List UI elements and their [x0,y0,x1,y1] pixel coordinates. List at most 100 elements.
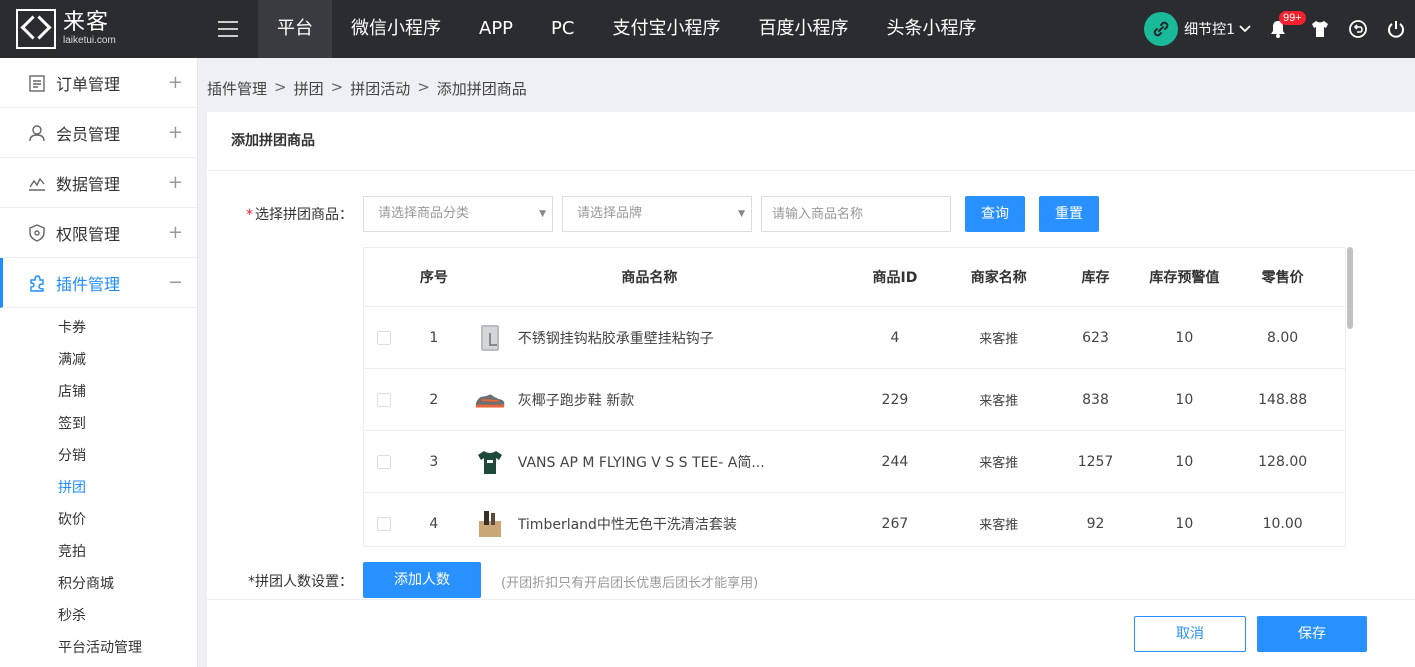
table-row[interactable]: 2 灰椰子跑步鞋 新款 229 来客推 838 10 148.88 [364,369,1345,431]
logo[interactable]: 来客 laiketui.com [0,0,198,58]
sidebar-subitem-group-buy[interactable]: 拼团 [0,472,197,504]
tab-wechat-miniprogram[interactable]: 微信小程序 [332,0,460,58]
sidebar-item-label: 数据管理 [56,174,121,194]
user-name: 细节控1 [1184,22,1235,38]
column-header-id: 商品ID [872,270,918,286]
breadcrumb-separator: > [330,78,344,96]
shirt-icon[interactable] [1303,0,1337,58]
breadcrumb-current: 添加拼团商品 [436,80,527,98]
sidebar-item-plugins[interactable]: 插件管理 − [0,258,197,308]
query-button[interactable]: 查询 [965,196,1025,232]
product-name-input[interactable] [761,196,951,232]
product-filter-row: *选择拼团商品： 请选择商品分类 ▼ 请选择品牌 ▼ 查询 重置 [207,196,1415,232]
tshirt-thumbnail-icon [474,446,506,478]
product-name: Timberland中性无色干洗清洁套装 [517,516,737,533]
table-scrollbar[interactable] [1347,247,1353,329]
tab-toutiao-miniprogram[interactable]: 头条小程序 [867,0,995,58]
logo-subtitle: laiketui.com [63,35,116,46]
table-row[interactable]: 1 不锈钢挂钩粘胶承重壁挂粘钩子 4 来客推 623 10 8.00 [364,307,1345,369]
chart-icon [26,172,48,194]
row-checkbox[interactable] [376,516,391,531]
add-people-button[interactable]: 添加人数 [363,562,481,598]
product-name: 灰椰子跑步鞋 新款 [517,392,635,409]
sidebar-subitem-store[interactable]: 店铺 [0,376,197,408]
shoe-thumbnail-icon [474,384,506,416]
collapse-icon: − [167,272,183,293]
table-header: 序号 商品名称 商品ID 商家名称 库存 库存预警值 零售价 [364,248,1345,307]
bell-icon[interactable]: 99+ [1261,0,1306,58]
sidebar-item-members[interactable]: 会员管理 + [0,108,197,158]
shop-name: 来客推 [979,518,1019,533]
sidebar-item-label: 会员管理 [56,124,121,144]
breadcrumb-item[interactable]: 插件管理 [207,78,267,99]
sidebar-item-label: 权限管理 [56,224,121,244]
tab-pc[interactable]: PC [532,0,593,58]
cleaning-kit-thumbnail-icon [474,508,506,540]
breadcrumb-item[interactable]: 拼团活动 [350,78,410,99]
expand-icon: + [167,122,183,143]
row-checkbox[interactable] [376,454,391,469]
platform-tabs: 平台 微信小程序 APP PC 支付宝小程序 百度小程序 头条小程序 [258,0,995,58]
product-id: 229 [881,391,909,408]
row-checkbox[interactable] [376,330,391,345]
sidebar-subitem-auction[interactable]: 竞拍 [0,536,197,568]
row-no: 1 [429,329,439,346]
column-header-price: 零售价 [1261,270,1304,286]
reset-button[interactable]: 重置 [1039,196,1099,232]
tab-baidu-miniprogram[interactable]: 百度小程序 [739,0,867,58]
expand-icon: + [167,72,183,93]
sidebar-subitem-flash-sale[interactable]: 秒杀 [0,600,197,632]
dropdown-arrow-icon: ▼ [738,209,745,219]
sidebar-item-orders[interactable]: 订单管理 + [0,58,197,108]
expand-icon: + [167,222,183,243]
column-header-stock-warning: 库存预警值 [1149,270,1220,286]
logo-icon [16,9,56,49]
stock: 838 [1082,391,1109,408]
group-discount-hint: (开团折扣只有开启团长优惠后团长才能享用) [501,576,759,591]
sidebar-item-data[interactable]: 数据管理 + [0,158,197,208]
category-select[interactable]: 请选择商品分类 ▼ [363,196,553,232]
member-icon [26,122,48,144]
puzzle-icon [26,272,48,294]
tab-app[interactable]: APP [460,0,532,58]
breadcrumb: 插件管理 > 拼团 > 拼团活动 > 添加拼团商品 [207,78,527,99]
power-icon[interactable] [1379,0,1413,58]
sidebar-subitem-discount[interactable]: 满减 [0,344,197,376]
sidebar-item-permissions[interactable]: 权限管理 + [0,208,197,258]
back-icon[interactable] [1341,0,1375,58]
tab-platform[interactable]: 平台 [258,0,332,58]
breadcrumb-separator: > [417,78,430,96]
main-card: 添加拼团商品 *选择拼团商品： 请选择商品分类 ▼ 请选择品牌 ▼ 查询 重置 … [207,112,1415,667]
shop-name: 来客推 [979,394,1019,409]
price: 128.00 [1258,453,1308,470]
stock-warning: 10 [1175,515,1194,532]
shield-icon [26,222,48,244]
sidebar-subitem-signin[interactable]: 签到 [0,408,197,440]
sidebar-subitem-points-mall[interactable]: 积分商城 [0,568,197,600]
shop-name: 来客推 [979,456,1019,471]
sidebar-subitem-distribution[interactable]: 分销 [0,440,197,472]
user-menu[interactable]: 细节控1 [1144,12,1251,46]
sidebar-subitem-platform-activity[interactable]: 平台活动管理 [0,632,197,664]
stock: 92 [1086,515,1105,532]
breadcrumb-item[interactable]: 拼团 [294,78,324,99]
sidebar-subitem-bargain[interactable]: 砍价 [0,504,197,536]
table-row[interactable]: 3 VANS AP M FLYING V S S TEE- A简... 244 … [364,431,1345,493]
product-id: 267 [881,515,909,532]
sidebar-item-label: 订单管理 [56,74,121,94]
sidebar-subitem-coupon[interactable]: 卡券 [0,312,197,344]
cancel-button[interactable]: 取消 [1134,616,1246,652]
column-header-shop: 商家名称 [970,270,1027,286]
table-row[interactable]: 4 Timberland中性无色干洗清洁套装 267 来客推 92 10 10.… [364,493,1345,546]
link-icon [1144,12,1179,46]
menu-icon[interactable] [198,0,258,58]
row-checkbox[interactable] [376,392,391,407]
save-button[interactable]: 保存 [1257,616,1367,652]
tab-alipay-miniprogram[interactable]: 支付宝小程序 [593,0,739,58]
select-product-label: * 选择拼团商品： [246,207,353,223]
column-header-stock: 库存 [1081,270,1110,286]
stock-warning: 10 [1175,453,1194,470]
brand-select[interactable]: 请选择品牌 ▼ [562,196,752,232]
stock-warning: 10 [1175,391,1194,408]
price: 8.00 [1267,329,1299,346]
